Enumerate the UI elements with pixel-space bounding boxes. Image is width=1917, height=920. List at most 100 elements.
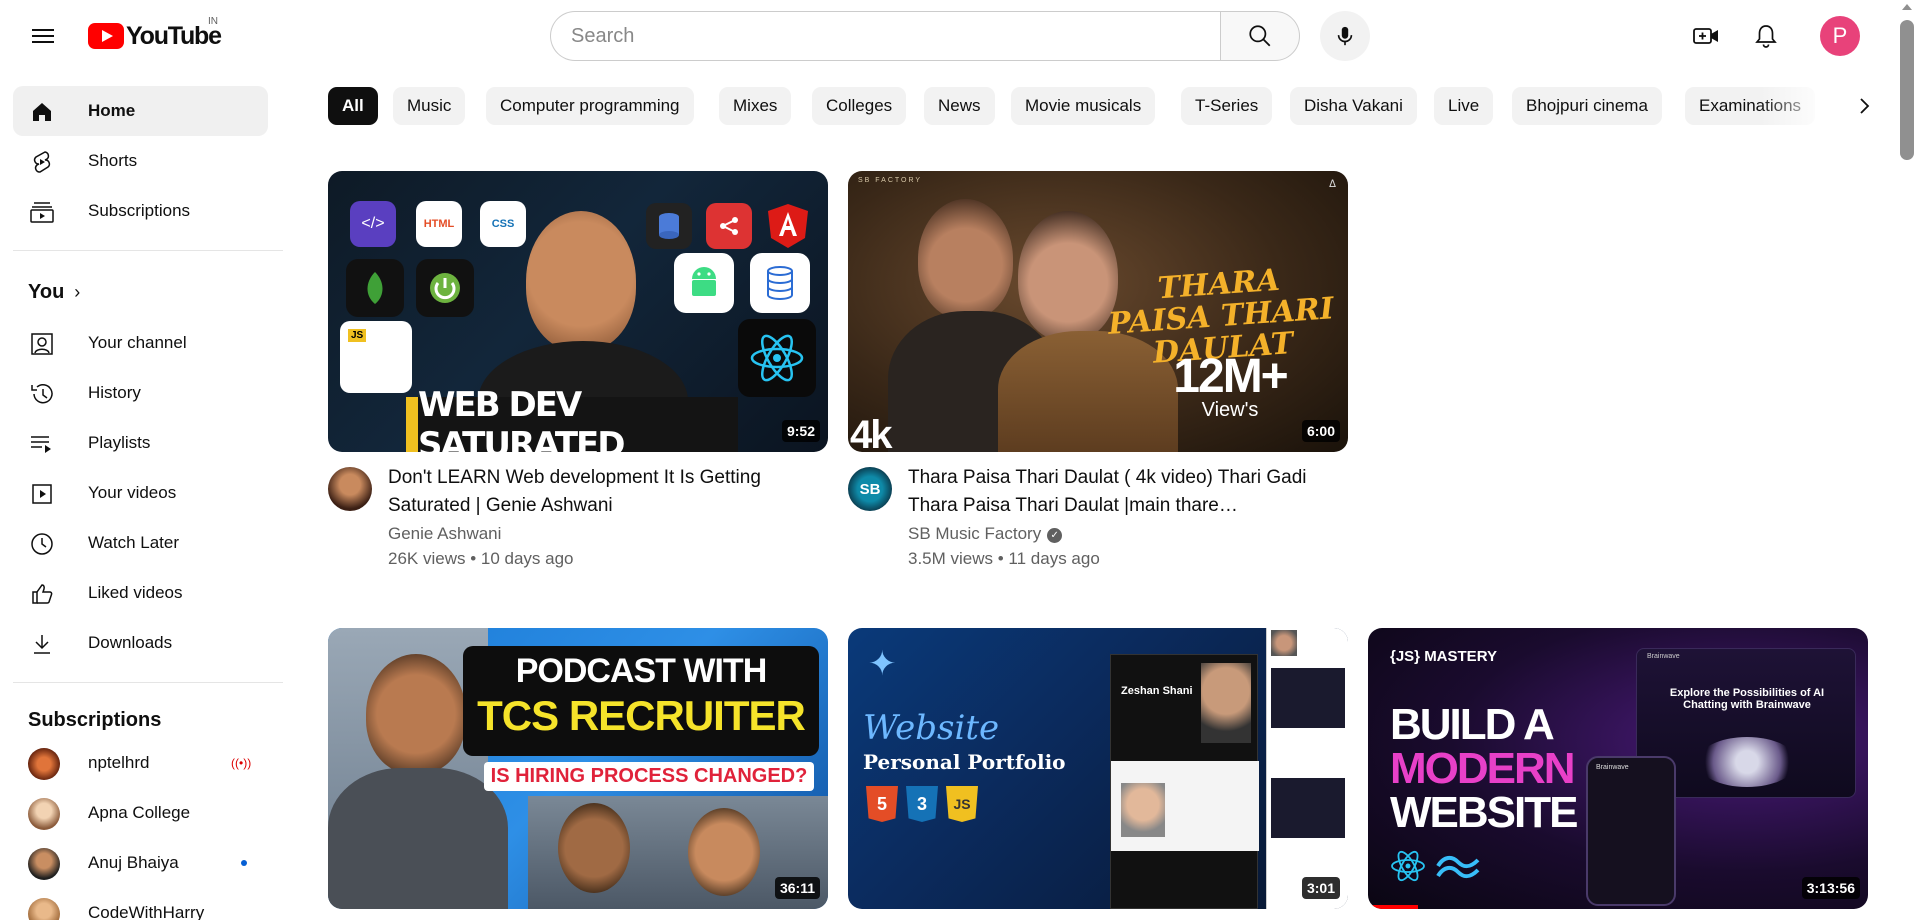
logo-text: YouTube [126, 21, 222, 50]
video-thumbnail[interactable]: SB FACTORY THARA PAISA THARI DAULAT 12M+… [848, 171, 1348, 452]
account-avatar[interactable]: P [1820, 16, 1860, 56]
sidebar-item-label: Watch Later [88, 533, 180, 552]
sidebar-item-label: Liked videos [88, 583, 183, 602]
video-card[interactable]: ✦ Website Personal Portfolio 5 3 JS Zesh… [848, 628, 1348, 909]
sidebar-divider [13, 682, 283, 683]
thumbnail-line2: Personal Portfolio [863, 750, 1066, 774]
quality-badge: 4k [850, 413, 892, 452]
video-card[interactable]: </> HTML CSS JS WEB DEV SATURATED 9:52 D… [328, 171, 828, 568]
chip-colleges[interactable]: Colleges [812, 87, 907, 125]
new-content-dot [241, 860, 247, 866]
subscription-label: Anuj Bhaiya [88, 853, 179, 872]
channel-avatar [28, 748, 60, 780]
video-duration: 9:52 [781, 420, 820, 442]
sidebar-item-your-videos[interactable]: Your videos [13, 468, 268, 518]
youtube-logo[interactable]: YouTube IN [88, 16, 222, 50]
app-tagline: Explore the Possibilities of AI Chatting… [1669, 687, 1825, 711]
chip-computer-programming[interactable]: Computer programming [486, 87, 694, 125]
channel-name[interactable]: SB Music Factory ✓ [908, 524, 1063, 544]
sidebar-item-your-channel[interactable]: Your channel [13, 318, 268, 368]
notifications-button[interactable] [1746, 16, 1786, 56]
html5-icon: 5 [866, 786, 898, 822]
chips-next-button[interactable] [1845, 87, 1883, 125]
javascript-file-icon: JS [340, 321, 412, 393]
search-input[interactable] [550, 11, 1220, 61]
video-thumbnail[interactable]: {JS} MASTERY BUILD A MODERN WEBSITE Brai… [1368, 628, 1868, 909]
shorts-icon [29, 149, 55, 175]
android-icon [674, 253, 734, 313]
sidebar-item-watch-later[interactable]: Watch Later [13, 518, 268, 568]
actress-figure [1018, 211, 1118, 341]
sidebar-item-history[interactable]: History [13, 368, 268, 418]
video-title[interactable]: Thara Paisa Thari Daulat ( 4k video) Tha… [908, 464, 1338, 520]
scrollbar-up-arrow[interactable] [1902, 4, 1912, 10]
you-heading[interactable]: You › [28, 281, 80, 304]
video-duration: 36:11 [774, 877, 820, 899]
code-icon: </> [350, 201, 396, 247]
sidebar-item-liked-videos[interactable]: Liked videos [13, 568, 268, 618]
channel-avatar [28, 898, 60, 920]
mongodb-leaf-icon [346, 259, 404, 317]
video-title[interactable]: Don't LEARN Web development It Is Gettin… [388, 464, 818, 520]
sidebar-item-label: Playlists [88, 433, 151, 452]
create-video-icon [1693, 28, 1718, 44]
mockup-block [1271, 668, 1345, 728]
chip-t-series[interactable]: T-Series [1181, 87, 1273, 125]
sidebar-item-subscriptions[interactable]: Subscriptions [13, 186, 268, 236]
chip-live[interactable]: Live [1434, 87, 1494, 125]
thumbnail-title: WEB DEV SATURATED [418, 385, 738, 452]
channel-avatar[interactable] [328, 467, 372, 511]
video-thumbnail[interactable]: ✦ Website Personal Portfolio 5 3 JS Zesh… [848, 628, 1348, 909]
sidebar-item-downloads[interactable]: Downloads [13, 618, 268, 668]
channel-name[interactable]: Genie Ashwani [388, 524, 501, 544]
portfolio-photo [1201, 663, 1251, 743]
playlists-icon [29, 431, 55, 457]
sidebar-item-label: Downloads [88, 633, 173, 652]
video-thumbnail[interactable]: </> HTML CSS JS WEB DEV SATURATED 9:52 [328, 171, 828, 452]
chip-bhojpuri-cinema[interactable]: Bhojpuri cinema [1512, 87, 1662, 125]
host-suit [328, 768, 508, 909]
sidebar-item-shorts[interactable]: Shorts [13, 136, 268, 186]
thumbnail-views: 12M+ [1173, 350, 1288, 403]
voice-search-button[interactable] [1320, 11, 1370, 61]
sidebar-subscription-codewithharry[interactable]: CodeWithHarry [13, 888, 268, 920]
live-broadcast-icon: ((•)) [231, 756, 252, 770]
sidebar-item-playlists[interactable]: Playlists [13, 418, 268, 468]
sidebar-item-home[interactable]: Home [13, 86, 268, 136]
sidebar-subscription-apna-college[interactable]: Apna College [13, 788, 268, 838]
chip-all[interactable]: All [328, 87, 378, 125]
database-icon [646, 203, 692, 249]
thumbnail-brand: SB FACTORY [858, 177, 923, 184]
spring-power-icon [416, 259, 474, 317]
bell-icon [1755, 25, 1777, 48]
chevron-right-icon: › [74, 282, 81, 302]
video-card[interactable]: PODCAST WITH TCS RECRUITER IS HIRING PRO… [328, 628, 828, 909]
actor-figure [918, 199, 1013, 319]
chip-news[interactable]: News [924, 87, 995, 125]
video-thumbnail[interactable]: PODCAST WITH TCS RECRUITER IS HIRING PRO… [328, 628, 828, 909]
thumbnail-line2: MODERN [1390, 744, 1576, 793]
react-icon [738, 319, 816, 397]
chip-movie-musicals[interactable]: Movie musicals [1011, 87, 1156, 125]
js-icon: JS [946, 786, 978, 822]
menu-icon[interactable] [22, 16, 62, 56]
create-button[interactable] [1686, 16, 1726, 56]
video-card[interactable]: {JS} MASTERY BUILD A MODERN WEBSITE Brai… [1368, 628, 1868, 909]
watch-later-icon [29, 531, 55, 557]
sidebar-divider [13, 250, 283, 251]
chip-mixes[interactable]: Mixes [719, 87, 792, 125]
chip-music[interactable]: Music [393, 87, 466, 125]
thumbs-up-icon [29, 581, 55, 607]
watch-progress-bar [1368, 905, 1418, 909]
sidebar-subscription-anuj-bhaiya[interactable]: Anuj Bhaiya [13, 838, 268, 888]
mockup-block [1271, 778, 1345, 838]
search-button[interactable] [1220, 11, 1300, 61]
video-card[interactable]: SB FACTORY THARA PAISA THARI DAULAT 12M+… [848, 171, 1348, 568]
sidebar-subscription-nptelhrd[interactable]: nptelhrd ((•)) [13, 738, 268, 788]
thumbnail-line3: IS HIRING PROCESS CHANGED? [484, 762, 814, 791]
chip-disha-vakani[interactable]: Disha Vakani [1290, 87, 1417, 125]
angular-icon [764, 201, 812, 251]
sidebar: Home Shorts Subscriptions You › Your chan… [0, 72, 284, 920]
channel-avatar[interactable]: SB [848, 467, 892, 511]
scrollbar-thumb[interactable] [1900, 20, 1914, 160]
